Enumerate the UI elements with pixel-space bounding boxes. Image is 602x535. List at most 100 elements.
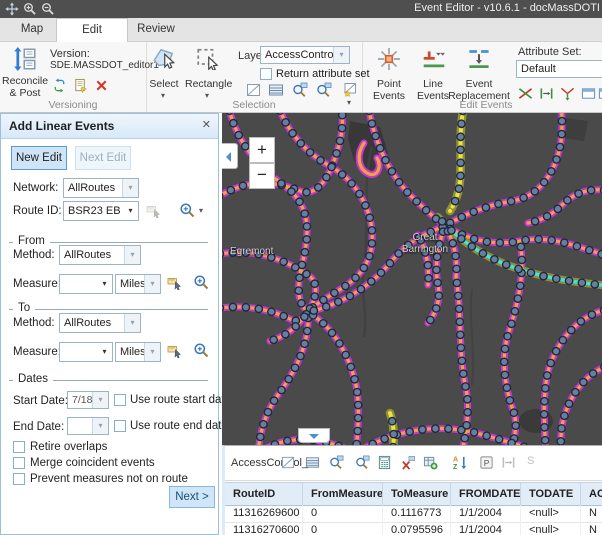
rectangle-button[interactable]: Rectangle ▾ — [185, 44, 231, 100]
to-method-value: AllRoutes — [60, 314, 124, 332]
chevron-down-icon[interactable] — [144, 343, 160, 361]
reconcile-post-button[interactable]: Reconcile & Post — [2, 44, 48, 96]
map-zoom-in-button[interactable]: + — [249, 137, 275, 163]
pan-icon[interactable] — [5, 2, 19, 16]
delete-version-icon[interactable] — [94, 78, 109, 93]
table-row[interactable]: 11316270600 0 0.0795596 1/1/2004 <null> … — [225, 522, 602, 535]
from-method-label: Method: — [13, 249, 55, 261]
map-zoom-out-button[interactable]: − — [249, 163, 275, 189]
column-header-ac[interactable]: AC — [581, 483, 602, 505]
chevron-down-icon[interactable] — [97, 343, 112, 361]
zoom-in-icon[interactable] — [23, 2, 37, 16]
to-unit-select[interactable]: Miles — [115, 342, 161, 362]
new-edit-button[interactable]: New Edit — [11, 146, 67, 170]
select-features-icon[interactable] — [246, 82, 262, 98]
add-record-icon[interactable] — [423, 455, 438, 470]
cell-routeid: 11316270600 — [225, 522, 303, 535]
retire-overlaps-checkbox[interactable] — [13, 441, 25, 453]
chevron-down-icon[interactable] — [124, 246, 140, 264]
show-selected-records-icon[interactable] — [305, 455, 320, 470]
attribute-set-value: Default — [517, 61, 602, 77]
select-button[interactable]: Select ▾ — [146, 44, 182, 100]
map-canvas — [222, 113, 602, 445]
event-attributes-window-icon[interactable] — [581, 86, 596, 101]
save-button[interactable]: S — [527, 455, 534, 467]
close-icon[interactable] — [202, 118, 211, 131]
sort-icon[interactable]: AZ — [453, 455, 468, 470]
zoom-to-route-icon[interactable] — [179, 202, 195, 218]
attribute-set-select[interactable]: Default — [516, 60, 602, 78]
reconcile-post-icon — [13, 46, 37, 72]
app-title: Event Editor - v10.6.1 - docMassDOTI — [414, 2, 600, 14]
from-method-select[interactable]: AllRoutes — [59, 245, 141, 265]
zoom-to-selection-icon[interactable] — [329, 455, 344, 470]
route-id-select[interactable]: BSR23 EB — [63, 201, 139, 221]
use-route-start-date-checkbox[interactable] — [114, 394, 126, 406]
zoom-out-icon[interactable] — [41, 2, 55, 16]
to-measure-input[interactable] — [59, 342, 113, 362]
retire-overlaps-label: Retire overlaps — [30, 441, 107, 453]
offset-icon[interactable] — [501, 455, 516, 470]
tab-map[interactable]: Map — [8, 18, 56, 41]
end-date-input[interactable] — [67, 417, 109, 435]
pan-to-selection-icon[interactable] — [316, 82, 332, 98]
chevron-down-icon[interactable] — [97, 275, 112, 293]
selectable-layers-icon[interactable] — [342, 82, 358, 98]
tab-edit[interactable]: Edit — [56, 18, 128, 44]
map-view[interactable]: Egremont Great Barrington + − — [222, 113, 602, 445]
chevron-down-icon[interactable] — [92, 418, 108, 434]
chevron-down-icon[interactable] — [122, 179, 138, 197]
start-date-input[interactable]: 7/18/ — [67, 391, 109, 409]
collapse-panel-button[interactable] — [222, 143, 238, 169]
point-events-label: Point Events — [368, 78, 410, 102]
column-header-routeid[interactable]: RouteID — [225, 483, 303, 505]
zoom-to-measure-icon[interactable] — [193, 342, 209, 358]
table-row[interactable]: 11316269600 0 0.1116773 1/1/2004 <null> … — [225, 505, 602, 523]
to-method-select[interactable]: AllRoutes — [59, 313, 141, 333]
point-events-button[interactable]: Point Events — [368, 44, 410, 102]
prevent-measures-checkbox[interactable] — [13, 473, 25, 485]
to-legend: To — [13, 302, 35, 314]
pick-measure-on-map-icon[interactable] — [167, 342, 183, 358]
tab-review[interactable]: Review — [128, 18, 184, 41]
column-header-todate[interactable]: TODATE — [521, 483, 581, 505]
change-version-icon[interactable] — [52, 78, 67, 93]
chevron-down-icon[interactable] — [144, 275, 160, 293]
from-measure-input[interactable] — [59, 274, 113, 294]
select-route-on-map-icon[interactable] — [146, 202, 162, 218]
chevron-down-icon[interactable] — [333, 47, 349, 63]
use-route-end-date-label: Use route end date — [130, 420, 228, 432]
collapse-table-button[interactable] — [298, 428, 330, 443]
column-header-frommeasure[interactable]: FromMeasure — [303, 483, 383, 505]
merge-event-icon[interactable] — [560, 86, 575, 101]
prevent-measures-label: Prevent measures not on route — [30, 473, 188, 485]
chevron-down-icon[interactable] — [124, 314, 140, 332]
table-layer-name: AccessControl_A — [231, 457, 315, 469]
network-select[interactable]: AllRoutes — [63, 178, 139, 198]
calculator-icon[interactable] — [377, 455, 392, 470]
event-replacement-button[interactable]: Event Replacement — [448, 44, 510, 102]
return-attribute-set-checkbox[interactable] — [260, 68, 272, 80]
clear-selection-icon[interactable] — [401, 455, 416, 470]
column-header-fromdate[interactable]: FROMDATE — [451, 483, 521, 505]
zoom-to-selection-icon[interactable] — [292, 82, 308, 98]
zoom-to-measure-icon[interactable] — [193, 274, 209, 290]
select-features-icon[interactable] — [281, 455, 296, 470]
new-version-icon[interactable] — [73, 78, 88, 93]
identify-icon[interactable]: P — [479, 455, 494, 470]
chevron-down-icon[interactable] — [92, 392, 108, 408]
pan-to-selection-icon[interactable] — [355, 455, 370, 470]
chevron-down-icon[interactable]: ▾ — [199, 207, 203, 215]
next-edit-button[interactable]: Next Edit — [75, 146, 131, 170]
pick-measure-on-map-icon[interactable] — [167, 274, 183, 290]
layer-select[interactable]: AccessControl_A — [260, 46, 350, 64]
event-panel-icon[interactable] — [598, 86, 602, 101]
chevron-down-icon[interactable] — [123, 202, 138, 220]
column-header-tomeasure[interactable]: ToMeasure — [383, 483, 451, 505]
next-button[interactable]: Next > — [169, 486, 215, 508]
show-attributes-icon[interactable] — [268, 82, 284, 98]
from-unit-select[interactable]: Miles — [115, 274, 161, 294]
use-route-end-date-checkbox[interactable] — [114, 420, 126, 432]
merge-coincident-events-checkbox[interactable] — [13, 457, 25, 469]
cell-todate: <null> — [521, 522, 581, 535]
